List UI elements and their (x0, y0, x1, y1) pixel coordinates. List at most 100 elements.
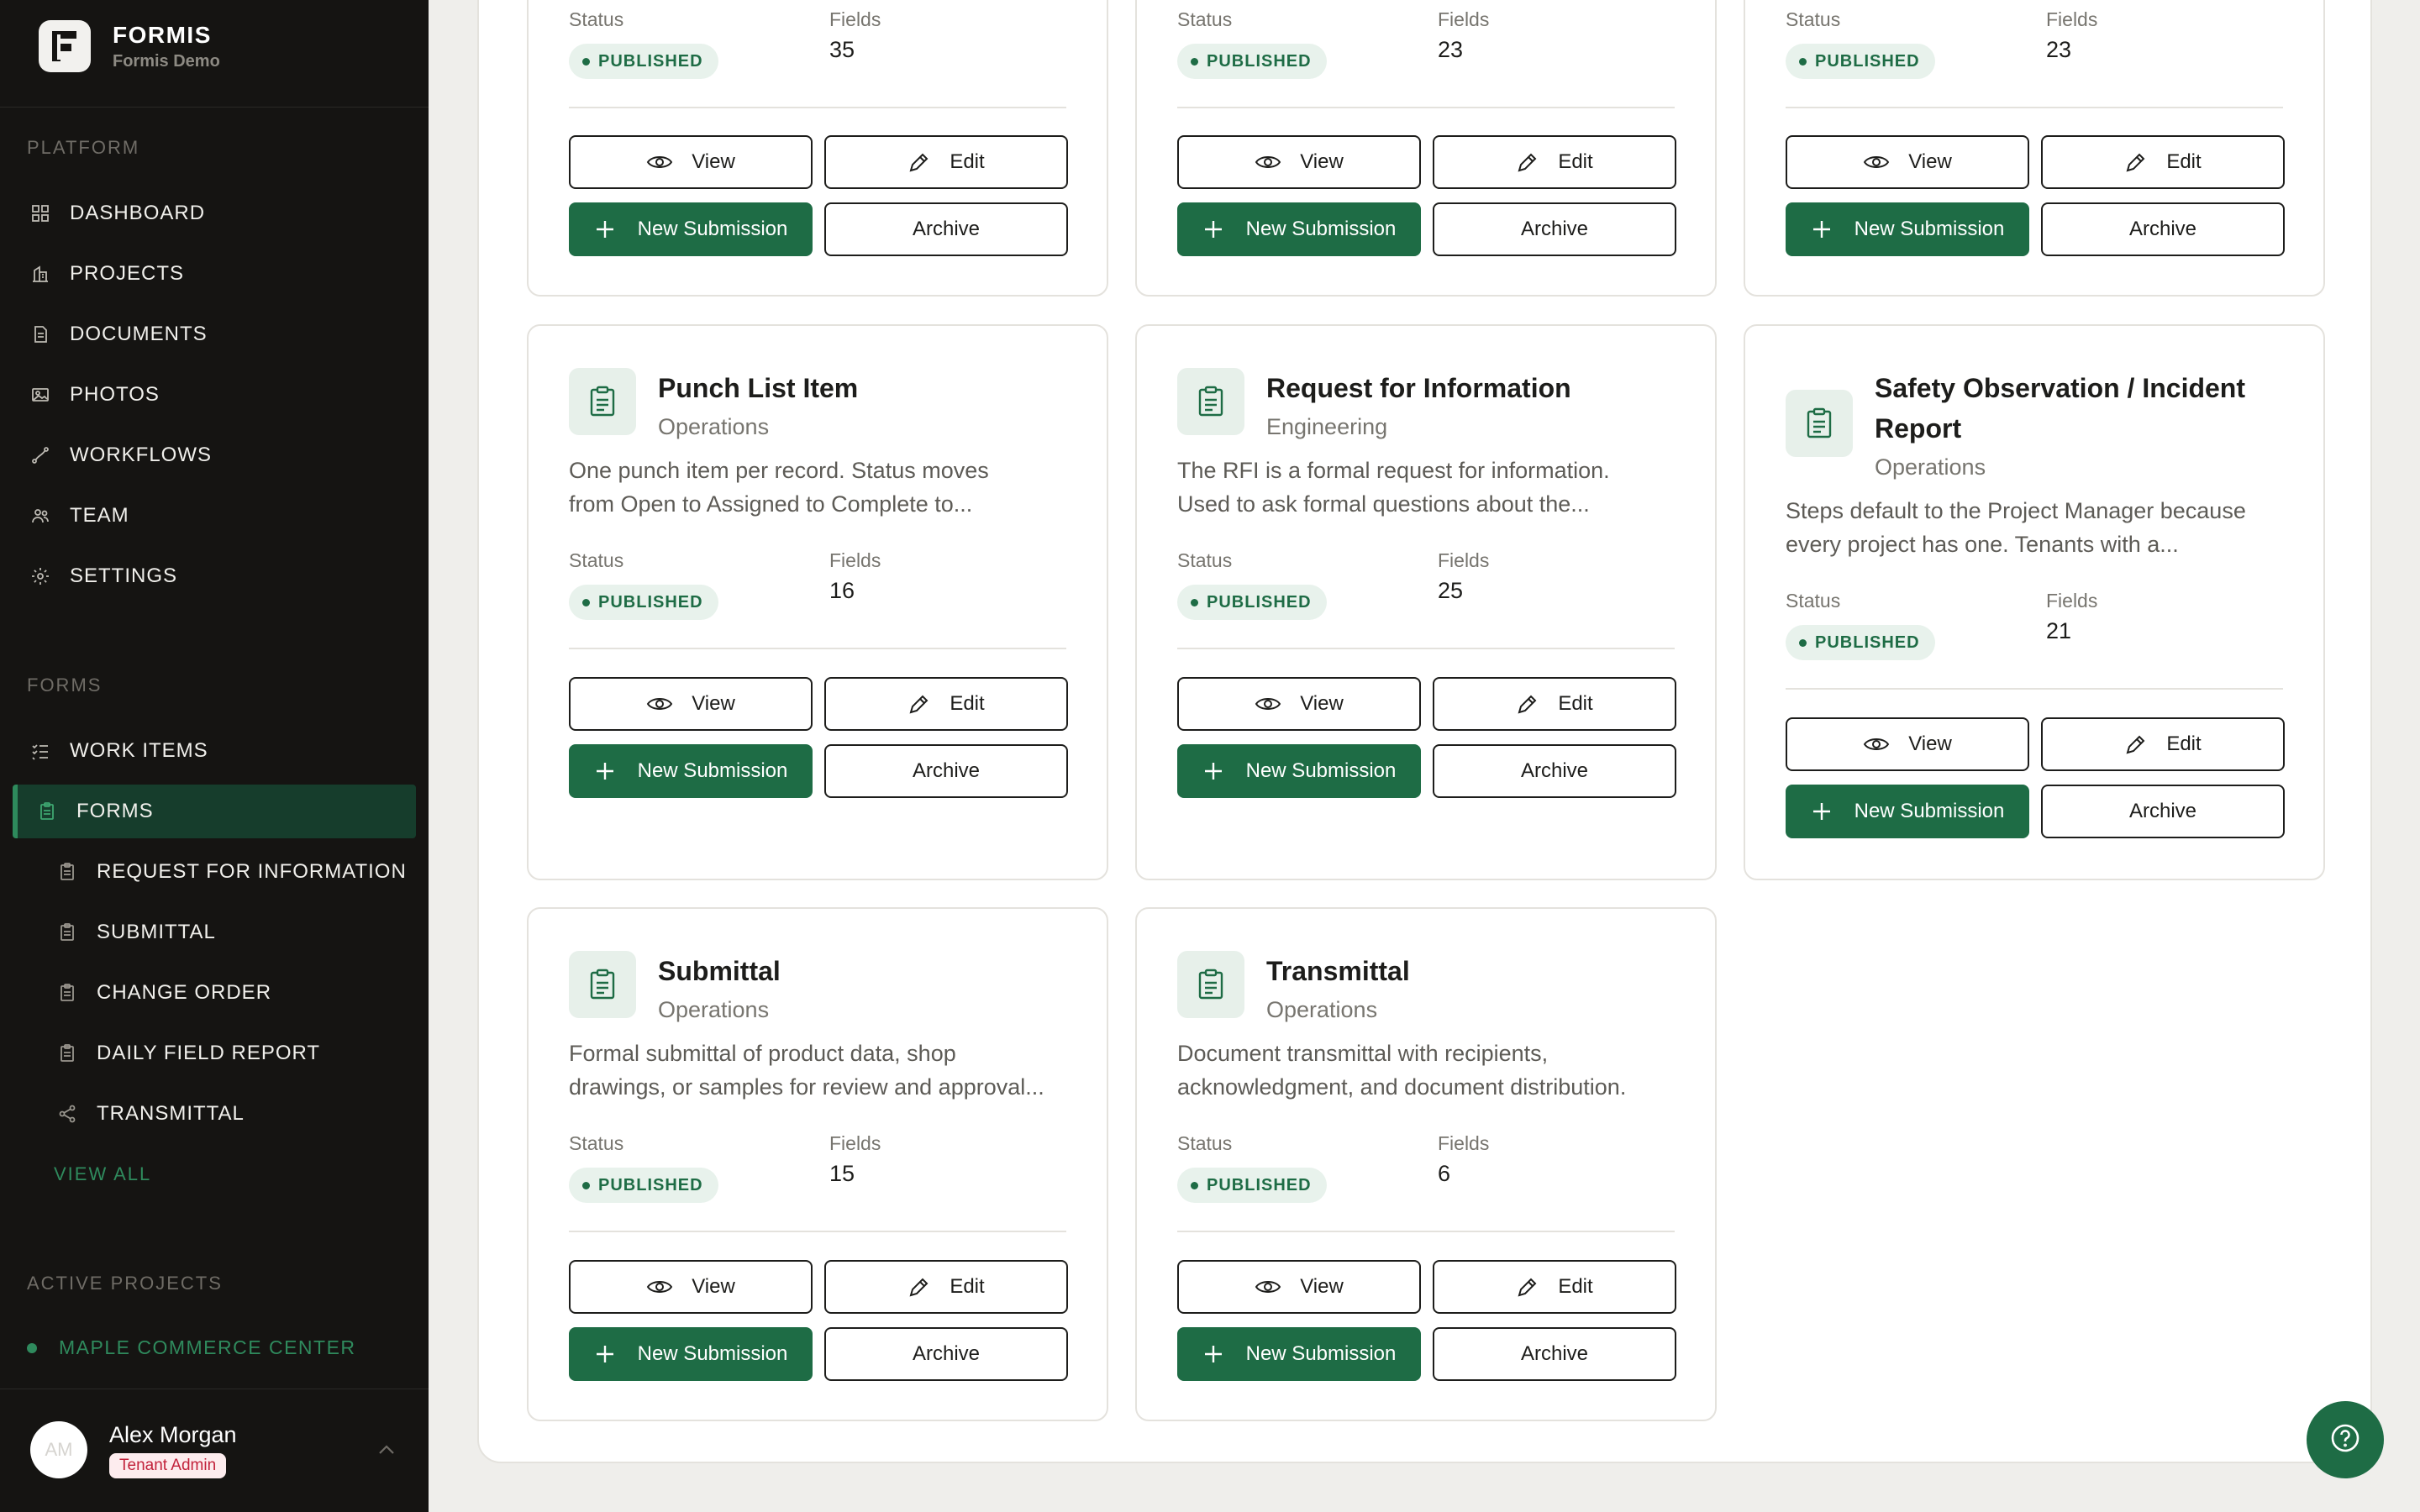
workflow-icon (29, 444, 51, 466)
sidebar-item-documents[interactable]: DOCUMENTS (13, 307, 416, 361)
sidebar-item-submittal[interactable]: SUBMITTAL (13, 906, 416, 959)
status-badge: PUBLISHED (569, 44, 718, 79)
sidebar-item-team[interactable]: TEAM (13, 489, 416, 543)
grid-icon (29, 202, 51, 224)
new-submission-button[interactable]: New Submission (569, 1327, 813, 1381)
new-submission-button[interactable]: New Submission (1786, 202, 2029, 256)
status-label: Status (1177, 1132, 1233, 1154)
fields-label: Fields (829, 1132, 881, 1154)
card-divider (569, 648, 1066, 649)
fields-label: Fields (1438, 8, 1490, 30)
fields-label: Fields (2046, 8, 2098, 30)
edit-button[interactable]: Edit (1433, 135, 1676, 189)
view-button[interactable]: View (1177, 677, 1421, 731)
section-label-platform: PLATFORM (27, 137, 140, 158)
archive-button[interactable]: Archive (2041, 785, 2285, 838)
user-menu[interactable]: AM Alex Morgan Tenant Admin (30, 1421, 237, 1478)
form-title[interactable]: Safety Observation / Incident Report (1875, 368, 2312, 449)
clipboard-icon (56, 921, 78, 943)
form-category: Operations (1875, 454, 1986, 480)
edit-button[interactable]: Edit (2041, 717, 2285, 771)
view-button[interactable]: View (1177, 1260, 1421, 1314)
archive-button[interactable]: Archive (824, 1327, 1068, 1381)
new-submission-button[interactable]: New Submission (1177, 1327, 1421, 1381)
card-divider (1786, 107, 2283, 108)
form-title[interactable]: Transmittal (1266, 951, 1703, 991)
form-card: Status Fields PUBLISHED 35 View Edit New… (527, 0, 1108, 297)
form-card-safety-observation: Safety Observation / Incident Report Oper… (1744, 324, 2325, 880)
edit-button[interactable]: Edit (824, 135, 1068, 189)
card-divider (569, 1231, 1066, 1232)
view-button[interactable]: View (1177, 135, 1421, 189)
new-submission-button[interactable]: New Submission (569, 202, 813, 256)
sidebar-item-transmittal[interactable]: TRANSMITTAL (13, 1087, 416, 1141)
new-submission-button[interactable]: New Submission (1177, 744, 1421, 798)
archive-button[interactable]: Archive (824, 744, 1068, 798)
view-button[interactable]: View (1786, 717, 2029, 771)
new-submission-button[interactable]: New Submission (569, 744, 813, 798)
gear-icon (29, 565, 51, 587)
fields-label: Fields (829, 8, 881, 30)
sidebar-item-daily-field-report[interactable]: DAILY FIELD REPORT (13, 1026, 416, 1080)
view-all-link[interactable]: VIEW ALL (54, 1163, 151, 1185)
new-submission-button[interactable]: New Submission (1786, 785, 2029, 838)
sidebar-item-workflows[interactable]: WORKFLOWS (13, 428, 416, 482)
clipboard-icon (36, 801, 58, 822)
fields-label: Fields (829, 549, 881, 571)
edit-button[interactable]: Edit (1433, 677, 1676, 731)
sidebar-item-request-for-information[interactable]: REQUEST FOR INFORMATION (13, 845, 416, 899)
view-button[interactable]: View (569, 1260, 813, 1314)
sidebar-item-settings[interactable]: SETTINGS (13, 549, 416, 603)
clipboard-icon (56, 1042, 78, 1064)
view-button[interactable]: View (569, 677, 813, 731)
archive-button[interactable]: Archive (2041, 202, 2285, 256)
view-button[interactable]: View (569, 135, 813, 189)
sidebar-item-projects[interactable]: PROJECTS (13, 247, 416, 301)
edit-button[interactable]: Edit (1433, 1260, 1676, 1314)
plus-icon (1811, 218, 1833, 240)
sidebar-item-work-items[interactable]: WORK ITEMS (13, 724, 416, 778)
clipboard-icon (1177, 951, 1244, 1018)
card-divider (1177, 1231, 1675, 1232)
building-icon (29, 263, 51, 285)
form-title[interactable]: Request for Information (1266, 368, 1703, 408)
view-button[interactable]: View (1786, 135, 2029, 189)
form-category: Engineering (1266, 414, 1388, 439)
plus-icon (1202, 1343, 1224, 1365)
status-label: Status (1786, 8, 1841, 30)
form-title[interactable]: Submittal (658, 951, 1095, 991)
sidebar-project-maple-commerce-center[interactable]: MAPLE COMMERCE CENTER (27, 1336, 356, 1359)
form-card: Status Fields PUBLISHED 23 View Edit New… (1744, 0, 2325, 297)
status-label: Status (569, 8, 624, 30)
edit-button[interactable]: Edit (824, 1260, 1068, 1314)
eye-icon (1863, 735, 1890, 753)
status-label: Status (1177, 8, 1233, 30)
fields-count: 25 (1438, 578, 1464, 603)
form-title[interactable]: Punch List Item (658, 368, 1095, 408)
plus-icon (1202, 760, 1224, 782)
sidebar-item-photos[interactable]: PHOTOS (13, 368, 416, 422)
sidebar-item-label: SUBMITTAL (97, 921, 216, 943)
share-icon (56, 1103, 78, 1125)
sidebar-item-label: WORKFLOWS (70, 444, 212, 466)
brand[interactable]: FORMIS Formis Demo (39, 20, 220, 72)
section-label-active-projects: ACTIVE PROJECTS (27, 1273, 223, 1294)
status-badge: PUBLISHED (1177, 44, 1327, 79)
archive-button[interactable]: Archive (1433, 744, 1676, 798)
archive-button[interactable]: Archive (1433, 1327, 1676, 1381)
fields-count: 15 (829, 1161, 855, 1186)
form-description: One punch item per record. Status moves f… (569, 458, 989, 517)
clipboard-icon (569, 951, 636, 1018)
archive-button[interactable]: Archive (1433, 202, 1676, 256)
edit-button[interactable]: Edit (2041, 135, 2285, 189)
sidebar-item-forms[interactable]: FORMS (13, 785, 416, 838)
help-button[interactable] (2307, 1401, 2384, 1478)
photo-icon (29, 384, 51, 406)
chevron-up-icon[interactable] (375, 1441, 398, 1462)
plus-icon (1202, 218, 1224, 240)
archive-button[interactable]: Archive (824, 202, 1068, 256)
edit-button[interactable]: Edit (824, 677, 1068, 731)
sidebar-item-dashboard[interactable]: DASHBOARD (13, 186, 416, 240)
new-submission-button[interactable]: New Submission (1177, 202, 1421, 256)
sidebar-item-change-order[interactable]: CHANGE ORDER (13, 966, 416, 1020)
